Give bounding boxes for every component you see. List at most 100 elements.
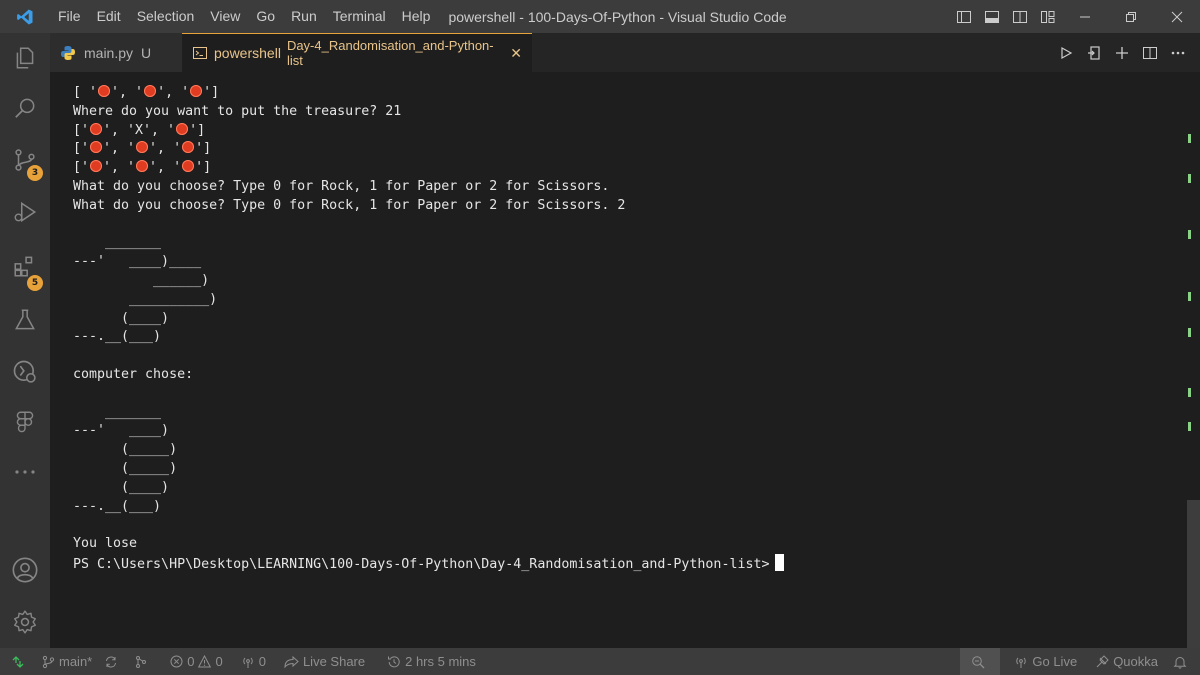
terminal-text: You lose	[73, 536, 138, 552]
run-and-debug-icon[interactable]	[0, 187, 50, 237]
terminal-text: ']	[203, 85, 220, 100]
terminal-text: ', '	[111, 85, 144, 100]
toggle-secondary-sidebar-icon[interactable]	[1006, 0, 1034, 33]
terminal-text: _______	[73, 404, 162, 420]
toggle-panel-icon[interactable]	[978, 0, 1006, 33]
explorer-icon[interactable]	[0, 33, 50, 83]
menu-go[interactable]: Go	[248, 0, 283, 33]
overview-mark	[1188, 134, 1191, 143]
red-circle-emoji-icon	[98, 85, 111, 97]
tab-powershell[interactable]: powershell Day-4_Randomisation_and-Pytho…	[182, 33, 532, 72]
menu-file[interactable]: File	[50, 0, 89, 33]
settings-gear-icon[interactable]	[0, 597, 50, 647]
time-tracker-status[interactable]: 2 hrs 5 mins	[381, 648, 482, 675]
branch-name: main*	[59, 654, 93, 669]
notifications-bell-icon[interactable]	[1164, 648, 1200, 675]
menu-run[interactable]: Run	[283, 0, 325, 33]
terminal-text: _______	[73, 235, 162, 251]
terminal-text: ', 'X', '	[103, 122, 176, 138]
go-live-label: Go Live	[1032, 654, 1078, 669]
terminal-text: (____)	[73, 310, 170, 326]
minimize-icon[interactable]	[1062, 0, 1108, 33]
terminal-scrollbar[interactable]	[1187, 72, 1200, 648]
terminal-text: (_____)	[73, 460, 178, 476]
terminal-line: Where do you want to put the treasure? 2…	[73, 103, 1187, 122]
remote-explorer-icon[interactable]	[0, 347, 50, 397]
ports-status[interactable]: 0	[235, 648, 272, 675]
restore-icon[interactable]	[1108, 0, 1154, 33]
warning-count: 0	[215, 654, 223, 669]
figma-icon[interactable]	[0, 397, 50, 447]
tab-main-py[interactable]: main.py U	[50, 33, 182, 72]
terminal-tab-icon	[192, 45, 208, 61]
terminal-text: ', '	[149, 160, 182, 176]
go-live-icon	[1016, 657, 1027, 668]
terminal-cursor	[775, 553, 785, 571]
menu-terminal[interactable]: Terminal	[325, 0, 394, 33]
close-tab-icon[interactable]: ✕	[510, 45, 522, 62]
terminal-text: ', '	[149, 141, 182, 157]
accounts-icon[interactable]	[0, 545, 50, 595]
more-views-icon[interactable]	[0, 447, 50, 497]
live-share-status[interactable]: Live Share	[278, 648, 371, 675]
sync-icon[interactable]	[98, 648, 128, 675]
overview-mark	[1188, 174, 1191, 183]
quokka-status[interactable]: Quokka	[1089, 648, 1164, 675]
terminal-text: PS C:\Users\HP\Desktop\LEARNING\100-Days…	[73, 556, 770, 572]
editor-actions	[1052, 33, 1192, 72]
terminal-line: ---.__(___)	[73, 328, 1187, 347]
terminal-line: _______	[73, 404, 1187, 423]
extensions-icon[interactable]: 5	[0, 241, 50, 291]
tab-powershell-folder: Day-4_Randomisation_and-Python-list	[286, 38, 494, 68]
source-control-icon[interactable]: 3	[0, 135, 50, 185]
terminal-line: (_____)	[73, 460, 1187, 479]
go-live-status[interactable]: Go Live	[1008, 648, 1083, 675]
split-editor-icon[interactable]	[1136, 33, 1164, 72]
tab-main-py-label: main.py	[84, 44, 134, 61]
menu-help[interactable]: Help	[394, 0, 439, 33]
remote-indicator-icon[interactable]	[0, 648, 36, 675]
red-circle-emoji-icon	[136, 160, 149, 173]
menu-edit[interactable]: Edit	[89, 0, 129, 33]
run-play-icon[interactable]	[1052, 33, 1080, 72]
live-share-icon	[284, 655, 299, 668]
terminal-split-launch-icon[interactable]	[1080, 33, 1108, 72]
more-actions-icon[interactable]	[1164, 33, 1192, 72]
red-circle-emoji-icon	[90, 122, 103, 135]
vscode-logo-icon	[0, 0, 50, 33]
zoom-icon[interactable]	[960, 648, 1001, 675]
terminal-line: What do you choose? Type 0 for Rock, 1 f…	[73, 178, 1187, 197]
terminal-line: PS C:\Users\HP\Desktop\LEARNING\100-Days…	[73, 553, 1187, 575]
terminal-text: ______)	[73, 272, 210, 288]
scrollbar-thumb[interactable]	[1187, 500, 1200, 648]
branch-status[interactable]: main*	[36, 648, 98, 675]
terminal-panel[interactable]: [ ' ', ' ', ' '] Where do you want to put th…	[50, 72, 1187, 648]
overview-mark	[1188, 422, 1191, 431]
branch-icon	[42, 655, 55, 668]
terminal-line: ---' ____)	[73, 422, 1187, 441]
search-icon[interactable]	[0, 83, 50, 133]
terminal-text: ---.__(___)	[73, 329, 162, 345]
problems-status[interactable]: 0 0	[164, 648, 228, 675]
terminal-text: ['	[73, 122, 90, 138]
testing-icon[interactable]	[0, 295, 50, 345]
new-terminal-plus-icon[interactable]	[1108, 33, 1136, 72]
terminal-text: ']	[195, 141, 212, 157]
terminal-text: ']	[189, 122, 206, 138]
broadcast-icon	[242, 657, 253, 668]
terminal-text: (_____)	[73, 442, 178, 458]
menu-view[interactable]: View	[202, 0, 248, 33]
terminal-text: computer chose:	[73, 366, 194, 382]
close-window-icon[interactable]	[1154, 0, 1200, 33]
toggle-primary-sidebar-icon[interactable]	[950, 0, 978, 33]
terminal-line: [ ' ', ' ', ' ']	[73, 84, 1187, 103]
terminal-line: [' ', ' ', ' ']	[73, 140, 1187, 159]
customize-layout-icon[interactable]	[1034, 0, 1062, 33]
terminal-text: ']	[195, 160, 212, 176]
overview-mark	[1188, 230, 1191, 239]
terminal-output: [ ' ', ' ', ' '] Where do you want to put th…	[73, 84, 1187, 575]
menu-selection[interactable]: Selection	[129, 0, 203, 33]
git-graph-icon[interactable]	[128, 648, 158, 675]
terminal-line: (____)	[73, 479, 1187, 498]
